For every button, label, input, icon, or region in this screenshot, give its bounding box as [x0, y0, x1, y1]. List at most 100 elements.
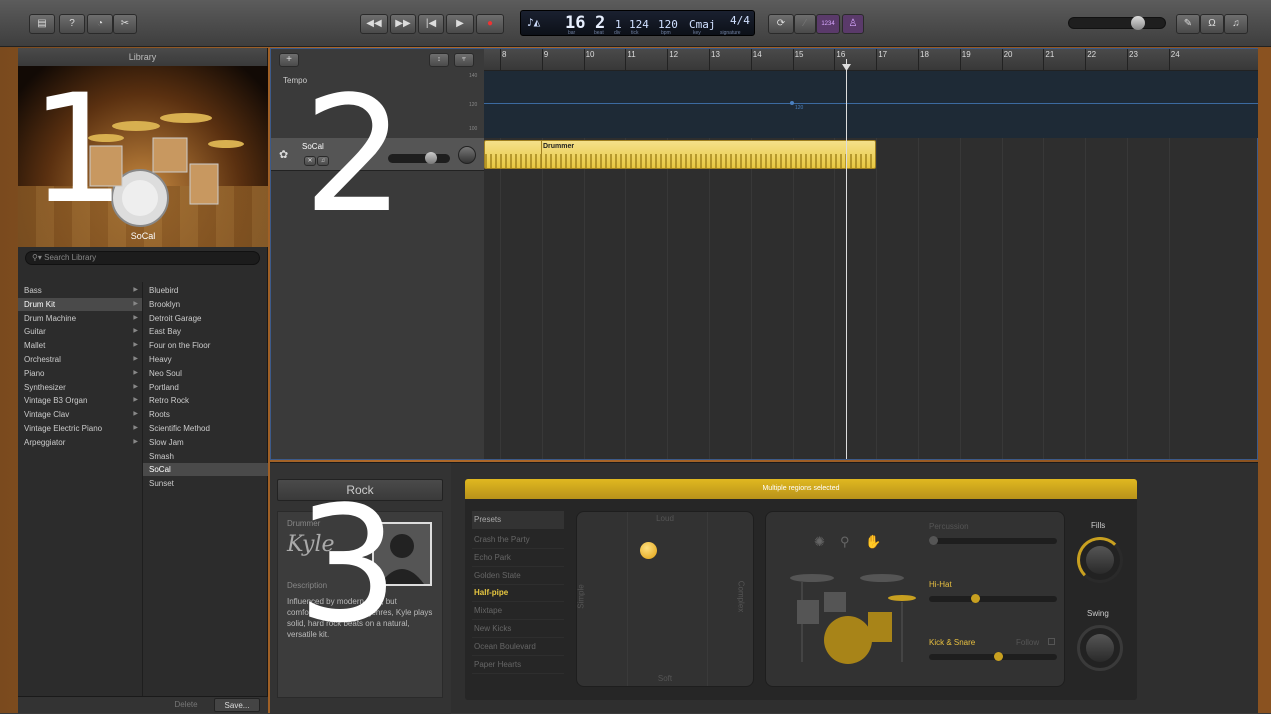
- grid-line: [709, 138, 710, 459]
- follow-checkbox[interactable]: [1048, 638, 1055, 645]
- category-item[interactable]: Arpeggiator ▶: [18, 436, 142, 449]
- catch-button[interactable]: ↕: [429, 53, 449, 67]
- notepad-button[interactable]: ✎: [1176, 14, 1200, 34]
- swing-knob[interactable]: [1077, 625, 1123, 671]
- media-browser-button[interactable]: ♫: [1224, 14, 1248, 34]
- master-volume-slider[interactable]: [1068, 16, 1166, 30]
- cycle-button[interactable]: ⟳: [768, 14, 794, 34]
- kit-item[interactable]: Slow Jam: [143, 436, 268, 449]
- rewind-button[interactable]: ◀◀: [360, 14, 388, 34]
- play-button[interactable]: ▶: [446, 14, 474, 34]
- drummer-region[interactable]: Drummer: [484, 140, 876, 169]
- category-item[interactable]: Piano ▶: [18, 367, 142, 380]
- category-label: Mallet: [24, 341, 46, 351]
- filter-button[interactable]: ⫧: [454, 53, 474, 67]
- preset-item[interactable]: Crash the Party: [472, 531, 564, 549]
- percussion-slider-knob[interactable]: [929, 536, 938, 545]
- kick-snare-slider-knob[interactable]: [994, 652, 1004, 661]
- preset-item[interactable]: Half-pipe: [472, 584, 564, 603]
- chevron-right-icon: ▶: [133, 425, 138, 431]
- ruler-bar-number: 16: [836, 50, 846, 59]
- category-item[interactable]: Mallet ▶: [18, 339, 142, 352]
- kit-item[interactable]: Smash: [143, 450, 268, 463]
- preset-item[interactable]: New Kicks: [472, 620, 564, 638]
- kit-item[interactable]: Scientific Method: [143, 422, 268, 435]
- count-in-button[interactable]: 1234: [816, 14, 840, 34]
- category-label: Vintage Electric Piano: [24, 424, 103, 433]
- preset-item[interactable]: Golden State: [472, 567, 564, 585]
- pan-knob[interactable]: [458, 146, 476, 164]
- editors-button[interactable]: ✂: [113, 14, 137, 34]
- category-item[interactable]: Guitar ▶: [18, 325, 142, 338]
- category-item[interactable]: Vintage B3 Organ ▶: [18, 394, 142, 407]
- tambourine-icon[interactable]: ✺: [814, 534, 825, 550]
- kit-item[interactable]: Portland: [143, 381, 268, 394]
- hihat-slider[interactable]: [929, 594, 1057, 603]
- kit-item[interactable]: Retro Rock: [143, 394, 268, 407]
- category-item[interactable]: Bass ▶: [18, 284, 142, 297]
- lcd-display[interactable]: ♪◭ 16 2 1 124 120 Cmaj 4/4 bar beat div …: [520, 10, 755, 36]
- help-button[interactable]: ?: [59, 14, 85, 34]
- smart-controls-button[interactable]: ◔: [87, 14, 113, 34]
- playhead[interactable]: [842, 59, 851, 459]
- kit-item[interactable]: Brooklyn: [143, 298, 268, 311]
- tempo-lane[interactable]: 120: [484, 71, 1258, 138]
- track-volume-knob[interactable]: [425, 152, 437, 164]
- preset-item[interactable]: Echo Park: [472, 549, 564, 567]
- lcd-key-label: key: [693, 30, 701, 36]
- category-item[interactable]: Synthesizer ▶: [18, 381, 142, 394]
- tempo-point[interactable]: [790, 101, 794, 105]
- category-item[interactable]: Drum Machine ▶: [18, 312, 142, 325]
- category-item[interactable]: Vintage Electric Piano ▶: [18, 422, 142, 435]
- loop-browser-button[interactable]: Ω: [1200, 14, 1224, 34]
- kit-item[interactable]: Neo Soul: [143, 367, 268, 380]
- preset-item[interactable]: Paper Hearts: [472, 656, 564, 674]
- xy-simple-label: Simple: [576, 584, 586, 609]
- delete-button[interactable]: Delete: [163, 698, 209, 712]
- shaker-icon[interactable]: ⚲: [840, 534, 850, 550]
- xy-puck[interactable]: [640, 542, 657, 559]
- ruler-tick: [1168, 49, 1170, 71]
- save-button[interactable]: Save...: [214, 698, 260, 712]
- kit-item[interactable]: Heavy: [143, 353, 268, 366]
- kit-item[interactable]: SoCal: [143, 463, 268, 477]
- fills-knob[interactable]: [1077, 537, 1123, 583]
- library-search-input[interactable]: ⚲▾ Search Library: [25, 251, 260, 265]
- grid-line: [834, 138, 836, 459]
- xy-pad[interactable]: Loud Soft Simple Complex: [576, 511, 754, 687]
- kit-item[interactable]: Detroit Garage: [143, 312, 268, 325]
- kit-item[interactable]: Roots: [143, 408, 268, 421]
- add-track-button[interactable]: +: [279, 53, 299, 67]
- preset-item[interactable]: Mixtape: [472, 602, 564, 621]
- kit-item[interactable]: Bluebird: [143, 284, 268, 297]
- forward-button[interactable]: ▶▶: [390, 14, 416, 34]
- volume-knob[interactable]: [1131, 16, 1145, 30]
- ruler-bar-number: 13: [711, 50, 720, 59]
- kit-item[interactable]: Four on the Floor: [143, 339, 268, 352]
- kick-snare-slider[interactable]: [929, 652, 1057, 661]
- tuner-button[interactable]: ⁄: [794, 14, 816, 34]
- category-label: Piano: [24, 368, 45, 378]
- kit-item[interactable]: East Bay: [143, 325, 268, 338]
- category-item[interactable]: Orchestral ▶: [18, 353, 142, 366]
- preset-item[interactable]: Ocean Boulevard: [472, 638, 564, 656]
- category-item[interactable]: Vintage Clav ▶: [18, 408, 142, 421]
- library-button[interactable]: ▤: [29, 14, 55, 34]
- presets-header: Presets: [472, 511, 564, 529]
- hihat-slider-knob[interactable]: [970, 594, 980, 603]
- clap-icon[interactable]: ✋: [865, 534, 881, 550]
- grid-line: [1043, 138, 1045, 459]
- library-divider: [142, 282, 143, 696]
- drum-kit-icon[interactable]: [772, 572, 922, 682]
- region-title: Drummer: [543, 143, 575, 150]
- category-item[interactable]: Drum Kit ▶: [18, 297, 142, 311]
- grid-line: [959, 138, 961, 459]
- ruler[interactable]: 8 9 10 11 12 13 14 15 16 17 18 19 20 21 22 23 24: [484, 49, 1258, 71]
- kit-item[interactable]: Sunset: [143, 477, 268, 490]
- record-button[interactable]: ●: [476, 14, 504, 34]
- follow-label: Follow: [1016, 638, 1040, 647]
- percussion-slider[interactable]: [929, 536, 1057, 545]
- go-to-beginning-button[interactable]: |◀: [418, 14, 444, 34]
- library-footer: Delete Save...: [18, 696, 268, 713]
- metronome-button[interactable]: ♙: [842, 14, 864, 34]
